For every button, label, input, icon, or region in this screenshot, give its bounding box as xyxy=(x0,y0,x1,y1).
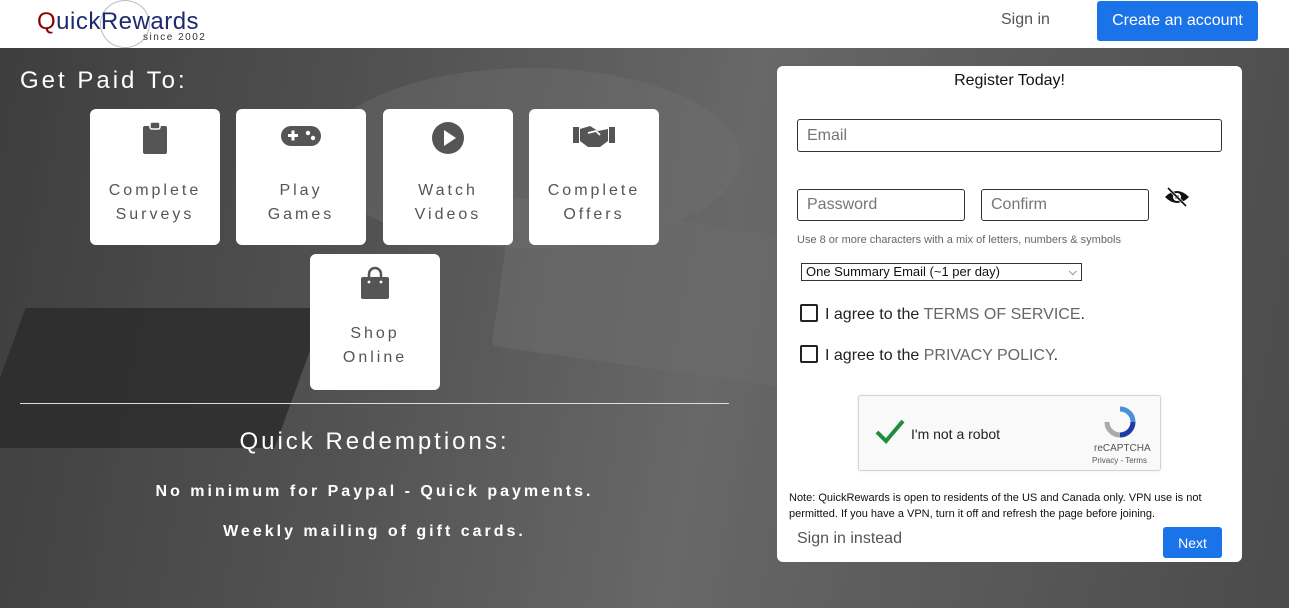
play-circle-icon xyxy=(383,121,513,155)
terms-agreement-row: I agree to the TERMS OF SERVICE. xyxy=(800,304,1085,324)
recaptcha-logo-icon xyxy=(1104,406,1136,438)
tile-complete-offers[interactable]: Complete Offers xyxy=(529,109,659,245)
eye-slash-icon[interactable] xyxy=(1164,186,1190,208)
email-frequency-select[interactable]: One Summary Email (~1 per day) ⌵ xyxy=(801,263,1082,281)
create-account-button[interactable]: Create an account xyxy=(1097,1,1258,41)
recaptcha-widget[interactable]: I'm not a robot reCAPTCHA Privacy - Term… xyxy=(858,395,1161,471)
quickrewards-logo[interactable]: QuickRewards since 2002 xyxy=(37,0,217,48)
sign-in-link[interactable]: Sign in xyxy=(1001,11,1050,29)
handshake-icon xyxy=(529,121,659,155)
divider xyxy=(20,403,729,404)
tile-shop-online[interactable]: Shop Online xyxy=(310,254,440,390)
gamepad-icon xyxy=(236,121,366,155)
next-button[interactable]: Next xyxy=(1163,527,1222,558)
clipboard-icon xyxy=(90,121,220,155)
tile-play-games[interactable]: Play Games xyxy=(236,109,366,245)
sign-in-instead-link[interactable]: Sign in instead xyxy=(797,530,902,548)
recaptcha-brand: reCAPTCHA xyxy=(1094,443,1151,454)
tile-complete-surveys[interactable]: Complete Surveys xyxy=(90,109,220,245)
recaptcha-links[interactable]: Privacy - Terms xyxy=(1092,456,1147,465)
privacy-policy-link[interactable]: PRIVACY POLICY xyxy=(924,347,1054,364)
privacy-agreement-row: I agree to the PRIVACY POLICY. xyxy=(800,345,1058,365)
captcha-label: I'm not a robot xyxy=(911,426,1001,442)
checkmark-icon[interactable] xyxy=(875,418,905,444)
email-field[interactable] xyxy=(797,119,1222,152)
register-title: Register Today! xyxy=(954,72,1065,89)
redemption-line-gift-cards: Weekly mailing of gift cards. xyxy=(223,523,526,540)
quick-redemptions-heading: Quick Redemptions: xyxy=(239,428,510,455)
tile-watch-videos[interactable]: Watch Videos xyxy=(383,109,513,245)
password-field[interactable] xyxy=(797,189,965,221)
top-header: QuickRewards since 2002 Sign in Create a… xyxy=(0,0,1289,48)
residency-note: Note: QuickRewards is open to residents … xyxy=(789,492,1202,520)
redemption-line-paypal: No minimum for Paypal - Quick payments. xyxy=(155,483,594,500)
terms-checkbox[interactable] xyxy=(800,304,818,322)
get-paid-heading: Get Paid To: xyxy=(20,67,188,94)
confirm-password-field[interactable] xyxy=(981,189,1149,221)
logo-tagline: since 2002 xyxy=(143,32,207,43)
shopping-bag-icon xyxy=(310,266,440,300)
privacy-checkbox[interactable] xyxy=(800,345,818,363)
terms-of-service-link[interactable]: TERMS OF SERVICE xyxy=(923,306,1080,323)
register-panel: Register Today! Use 8 or more characters… xyxy=(777,66,1242,562)
password-hint: Use 8 or more characters with a mix of l… xyxy=(797,234,1121,246)
chevron-down-icon: ⌵ xyxy=(1068,266,1077,278)
